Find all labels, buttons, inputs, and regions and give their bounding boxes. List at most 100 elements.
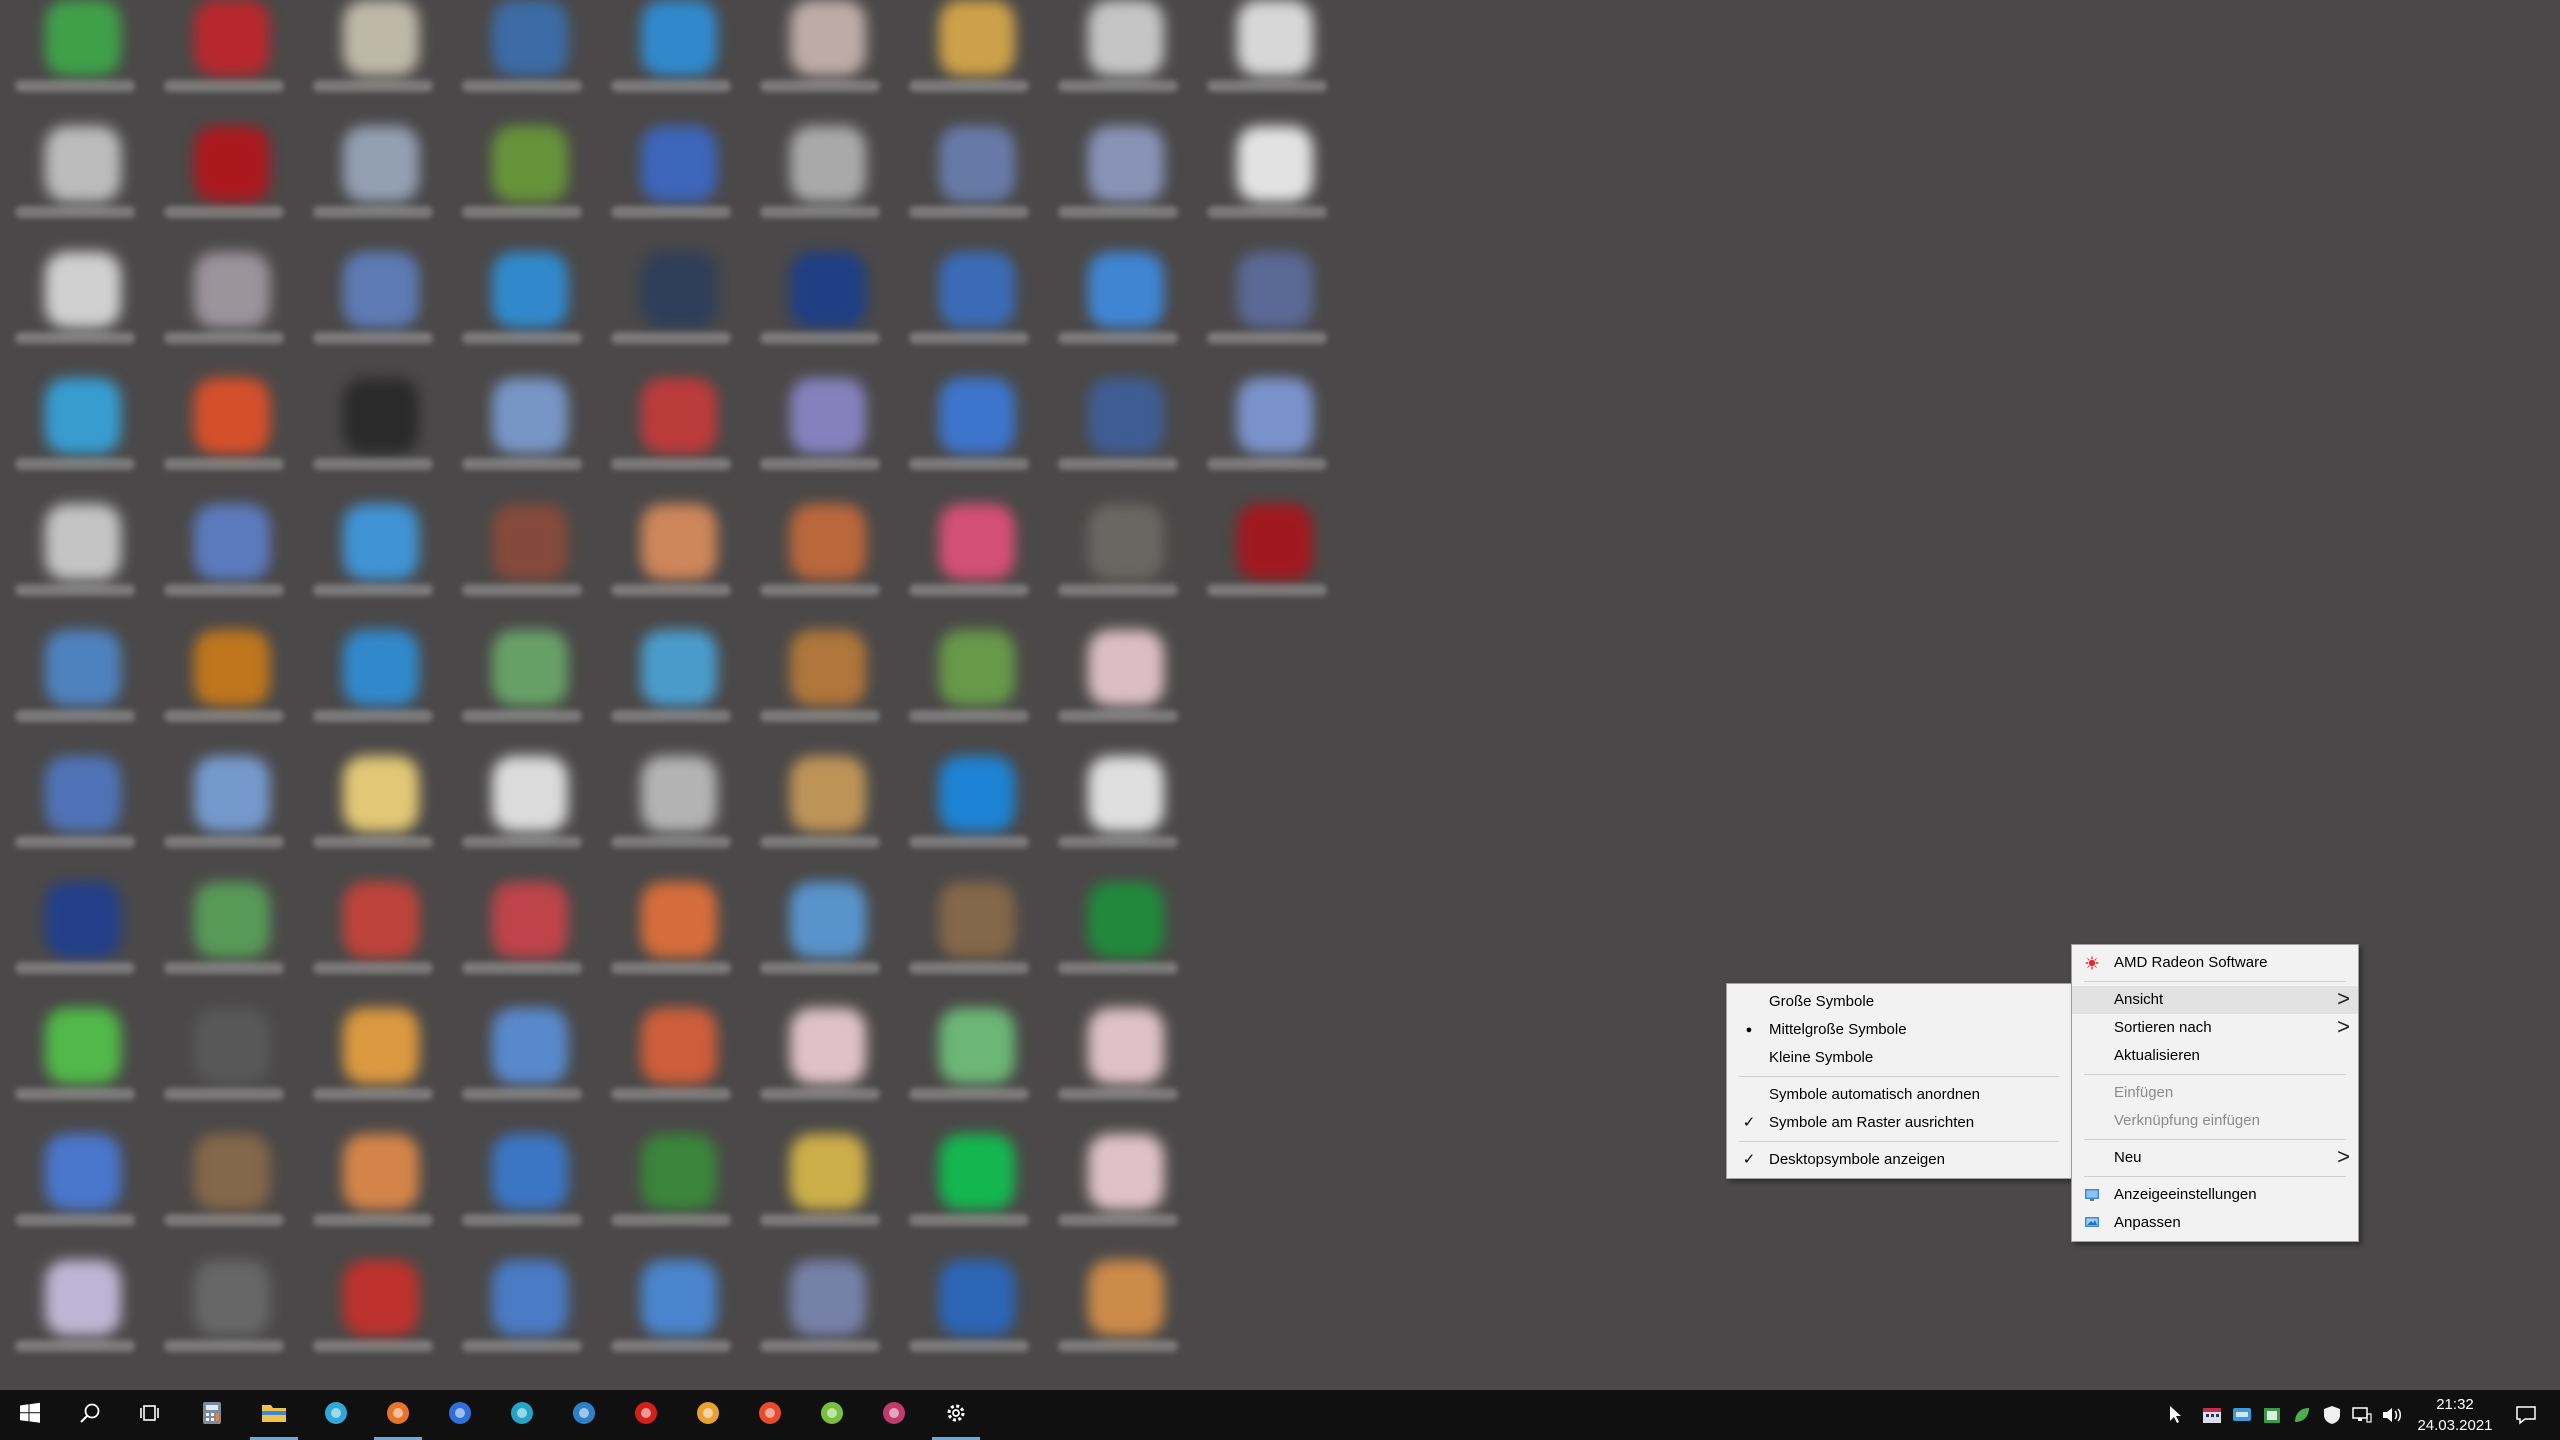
desktop-shortcut[interactable] <box>1043 378 1193 504</box>
desktop-shortcut[interactable] <box>1043 252 1193 378</box>
desktop-shortcut[interactable] <box>149 504 299 630</box>
desktop-shortcut[interactable] <box>447 0 597 126</box>
desktop-shortcut[interactable] <box>0 0 150 126</box>
desktop-shortcut[interactable] <box>447 1008 597 1134</box>
desktop-shortcut[interactable] <box>596 882 746 1008</box>
desktop-shortcut[interactable] <box>149 1008 299 1134</box>
desktop-shortcut[interactable] <box>596 756 746 882</box>
desktop-shortcut[interactable] <box>149 126 299 252</box>
task-view-taskbar-button[interactable] <box>120 1390 180 1440</box>
tray-leaf-icon[interactable] <box>2288 1390 2316 1440</box>
desktop-shortcut[interactable] <box>298 756 448 882</box>
desktop-shortcut[interactable] <box>894 0 1044 126</box>
desktop-shortcut[interactable] <box>894 882 1044 1008</box>
search-taskbar-button[interactable] <box>60 1390 120 1440</box>
desktop-shortcut[interactable] <box>745 882 895 1008</box>
desktop-shortcut[interactable] <box>1043 1008 1193 1134</box>
desktop-shortcut[interactable] <box>447 252 597 378</box>
desktop-shortcut[interactable] <box>149 0 299 126</box>
desktop-shortcut[interactable] <box>894 504 1044 630</box>
desktop-shortcut[interactable] <box>745 0 895 126</box>
desktop-shortcut[interactable] <box>0 630 150 756</box>
desktop-shortcut[interactable] <box>1192 378 1342 504</box>
menu-item-show-desktop-icons[interactable]: ✓ Desktopsymbole anzeigen <box>1727 1146 2071 1174</box>
menu-item-amd-radeon[interactable]: AMD Radeon Software <box>2072 949 2358 977</box>
desktop-shortcut[interactable] <box>1043 0 1193 126</box>
desktop-shortcut[interactable] <box>745 378 895 504</box>
desktop-shortcut[interactable] <box>894 1134 1044 1260</box>
desktop-shortcut[interactable] <box>894 756 1044 882</box>
desktop-shortcut[interactable] <box>1043 126 1193 252</box>
desktop-shortcut[interactable] <box>1043 756 1193 882</box>
desktop-shortcut[interactable] <box>0 756 150 882</box>
desktop-shortcut[interactable] <box>596 0 746 126</box>
tray-app-calendar-icon[interactable] <box>2198 1390 2226 1440</box>
desktop-shortcut[interactable] <box>447 630 597 756</box>
acrobat-taskbar-button[interactable] <box>616 1390 676 1440</box>
desktop-shortcut[interactable] <box>596 126 746 252</box>
desktop-shortcut[interactable] <box>894 1008 1044 1134</box>
pinwheel-app-taskbar-button[interactable] <box>740 1390 800 1440</box>
desktop-shortcut[interactable] <box>447 126 597 252</box>
desktop-shortcut[interactable] <box>298 0 448 126</box>
desktop-shortcut[interactable] <box>1192 504 1342 630</box>
desktop-shortcut[interactable] <box>447 504 597 630</box>
menu-item-refresh[interactable]: Aktualisieren <box>2072 1042 2358 1070</box>
desktop-shortcut[interactable] <box>0 504 150 630</box>
desktop-shortcut[interactable] <box>745 126 895 252</box>
menu-item-align-to-grid[interactable]: ✓ Symbole am Raster ausrichten <box>1727 1109 2071 1137</box>
desktop-shortcut[interactable] <box>149 882 299 1008</box>
desktop-shortcut[interactable] <box>1192 0 1342 126</box>
desktop-shortcut[interactable] <box>745 1134 895 1260</box>
menu-item-sort-by[interactable]: Sortieren nach > <box>2072 1014 2358 1042</box>
security-shield-icon[interactable] <box>2318 1390 2346 1440</box>
desktop-shortcut[interactable] <box>447 756 597 882</box>
desktop-shortcut[interactable] <box>149 1260 299 1386</box>
desktop-shortcut[interactable] <box>298 1134 448 1260</box>
app-q-taskbar-button[interactable] <box>492 1390 552 1440</box>
crown-app-taskbar-button[interactable] <box>678 1390 738 1440</box>
film-app-taskbar-button[interactable] <box>864 1390 924 1440</box>
desktop-shortcut[interactable] <box>1043 882 1193 1008</box>
desktop-shortcut[interactable] <box>0 252 150 378</box>
desktop-shortcut[interactable] <box>0 1260 150 1386</box>
edge-taskbar-button[interactable] <box>306 1390 366 1440</box>
desktop-shortcut[interactable] <box>1192 126 1342 252</box>
desktop-shortcut[interactable] <box>745 630 895 756</box>
desktop-shortcut[interactable] <box>745 252 895 378</box>
desktop-shortcut[interactable] <box>298 504 448 630</box>
desktop-shortcut[interactable] <box>894 126 1044 252</box>
menu-item-small-icons[interactable]: Kleine Symbole <box>1727 1044 2071 1072</box>
desktop-shortcut[interactable] <box>1192 252 1342 378</box>
desktop-shortcut[interactable] <box>1043 504 1193 630</box>
network-icon[interactable] <box>2348 1390 2376 1440</box>
desktop-shortcut[interactable] <box>596 1260 746 1386</box>
desktop-shortcut[interactable] <box>447 1134 597 1260</box>
menu-item-new[interactable]: Neu > <box>2072 1144 2358 1172</box>
desktop-shortcut[interactable] <box>596 504 746 630</box>
desktop-shortcut[interactable] <box>149 378 299 504</box>
desktop-shortcut[interactable] <box>894 1260 1044 1386</box>
desktop-shortcut[interactable] <box>1043 630 1193 756</box>
desktop-shortcut[interactable] <box>298 378 448 504</box>
desktop-shortcut[interactable] <box>298 882 448 1008</box>
start-taskbar-button[interactable] <box>0 1390 60 1440</box>
firefox-taskbar-button[interactable] <box>368 1390 428 1440</box>
menu-item-personalize[interactable]: Anpassen <box>2072 1209 2358 1237</box>
calculator-taskbar-button[interactable] <box>182 1390 242 1440</box>
notification-center-icon[interactable] <box>2506 1390 2546 1440</box>
menu-item-medium-icons[interactable]: ● Mittelgroße Symbole <box>1727 1016 2071 1044</box>
desktop-shortcut[interactable] <box>0 882 150 1008</box>
desktop-shortcut[interactable] <box>0 1134 150 1260</box>
pointer-icon[interactable] <box>2162 1390 2190 1440</box>
desktop-shortcut[interactable] <box>894 630 1044 756</box>
app-grid-taskbar-button[interactable] <box>554 1390 614 1440</box>
desktop-shortcut[interactable] <box>447 1260 597 1386</box>
desktop-shortcut[interactable] <box>1043 1260 1193 1386</box>
desktop-shortcut[interactable] <box>149 756 299 882</box>
desktop-shortcut[interactable] <box>894 378 1044 504</box>
desktop-shortcut[interactable] <box>596 378 746 504</box>
desktop-shortcut[interactable] <box>745 504 895 630</box>
mail-taskbar-button[interactable] <box>430 1390 490 1440</box>
desktop-shortcut[interactable] <box>596 1134 746 1260</box>
